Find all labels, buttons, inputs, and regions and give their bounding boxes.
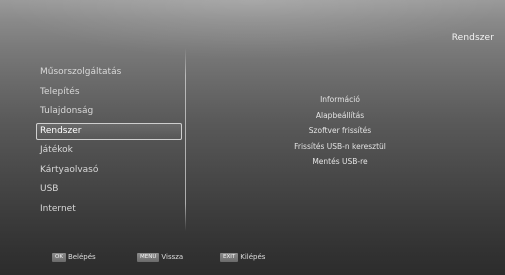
- submenu-item-backup-usb[interactable]: Mentés USB-re: [220, 154, 460, 170]
- exit-key-badge: EXIT: [220, 252, 239, 262]
- submenu-item-usb-update[interactable]: Frissítés USB-n keresztül: [220, 139, 460, 155]
- menu-divider: [185, 48, 186, 231]
- submenu-item-default-settings[interactable]: Alapbeállítás: [220, 108, 460, 124]
- submenu-item-information[interactable]: Információ: [220, 92, 460, 108]
- menu-item-system[interactable]: Rendszer: [36, 122, 182, 140]
- system-submenu: Információ Alapbeállítás Szoftver frissí…: [220, 92, 460, 170]
- menu-item-installation[interactable]: Telepítés: [36, 83, 182, 103]
- menu-item-broadcast[interactable]: Műsorszolgáltatás: [36, 63, 182, 83]
- menu-item-card-reader[interactable]: Kártyaolvasó: [36, 161, 182, 181]
- hint-exit: EXIT Kilépés: [220, 251, 265, 263]
- ok-key-badge: OK: [52, 252, 66, 262]
- main-menu: Műsorszolgáltatás Telepítés Tulajdonság …: [36, 63, 182, 219]
- hint-ok-label: Belépés: [67, 253, 96, 261]
- submenu-item-software-update[interactable]: Szoftver frissítés: [220, 123, 460, 139]
- hint-menu: MENU Vissza: [137, 251, 183, 263]
- page-title: Rendszer: [451, 33, 494, 43]
- hint-menu-label: Vissza: [161, 253, 184, 261]
- hint-exit-label: Kilépés: [240, 253, 266, 261]
- menu-item-usb[interactable]: USB: [36, 180, 182, 200]
- menu-key-badge: MENU: [137, 252, 160, 262]
- menu-item-internet[interactable]: Internet: [36, 200, 182, 220]
- hint-ok: OK Belépés: [52, 251, 96, 263]
- menu-item-properties[interactable]: Tulajdonság: [36, 102, 182, 122]
- menu-item-games[interactable]: Játékok: [36, 141, 182, 161]
- settings-screen: Rendszer Műsorszolgáltatás Telepítés Tul…: [0, 0, 505, 275]
